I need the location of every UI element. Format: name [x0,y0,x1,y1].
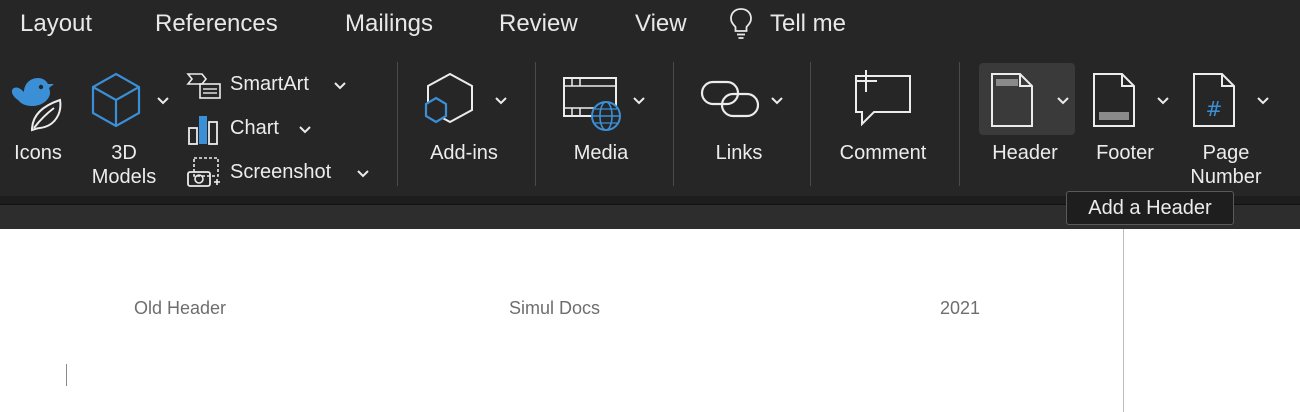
links-label: Links [715,142,763,164]
chevron-down-icon[interactable] [298,125,312,134]
chevron-down-icon[interactable] [632,96,646,105]
screenshot-label: Screenshot [230,161,332,183]
header-label: Header [992,142,1058,164]
header-right-text[interactable]: 2021 [940,298,980,319]
page-margin-line [1123,229,1124,412]
header-center-text[interactable]: Simul Docs [509,298,600,319]
screenshot-icon [187,157,220,187]
3d-models-label: 3D Models [91,142,157,188]
link-icon [700,80,760,118]
chevron-down-icon[interactable] [156,96,170,105]
chart-button[interactable]: Chart [184,112,324,146]
tab-mailings[interactable]: Mailings [345,10,433,38]
ribbon-separator [673,62,674,186]
icons-label: Icons [14,142,62,164]
chevron-down-icon[interactable] [494,96,508,105]
ribbon-tabs: Layout References Mailings Review View T… [0,0,1300,50]
add-ins-label: Add-ins [430,142,498,164]
chevron-down-icon[interactable] [356,169,370,178]
smartart-button[interactable]: SmartArt [184,68,354,102]
ribbon-separator [959,62,960,186]
document-page[interactable] [0,229,1300,412]
page-number-label: Page Number [1190,142,1262,188]
bar-chart-icon [188,116,218,145]
screenshot-button[interactable]: Screenshot [184,156,384,190]
cube-icon [91,72,141,128]
page-number-icon: # [1193,73,1235,127]
lightbulb-icon[interactable] [728,6,754,40]
tab-view[interactable]: View [635,10,687,38]
ribbon: Layout References Mailings Review View T… [0,0,1300,204]
smartart-label: SmartArt [230,73,309,95]
tooltip: Add a Header [1066,191,1234,225]
chevron-down-icon[interactable] [1156,96,1170,105]
tab-tell-me[interactable]: Tell me [770,10,846,38]
footer-icon [1093,73,1135,127]
smartart-icon [186,73,221,99]
text-cursor [66,364,67,386]
chevron-down-icon[interactable] [1256,96,1270,105]
page-number-glyph: # [1206,97,1223,121]
ribbon-separator [810,62,811,186]
ribbon-separator [397,62,398,186]
icons-icon [11,78,62,132]
tab-references[interactable]: References [155,10,278,38]
media-icon [563,77,621,131]
header-icon [991,73,1033,127]
chevron-down-icon[interactable] [1056,96,1070,105]
tab-review[interactable]: Review [499,10,578,38]
footer-label: Footer [1096,142,1154,164]
new-comment-icon [855,70,911,127]
chart-label: Chart [230,117,279,139]
header-left-text[interactable]: Old Header [134,298,226,319]
comment-label: Comment [839,142,927,164]
ribbon-separator [535,62,536,186]
add-ins-icon [424,72,473,124]
tab-layout[interactable]: Layout [20,10,92,38]
chevron-down-icon[interactable] [333,81,347,90]
media-label: Media [573,142,629,164]
chevron-down-icon[interactable] [770,96,784,105]
